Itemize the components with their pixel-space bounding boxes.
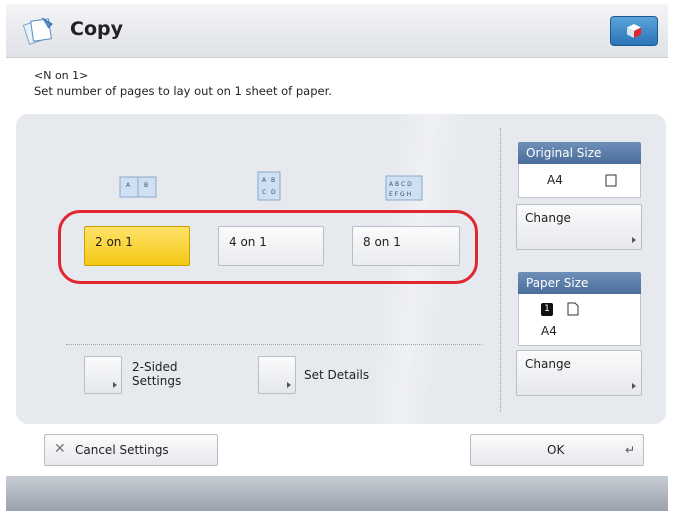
paper-size-header: Paper Size [518,272,641,294]
drawer-number-badge: 1 [541,303,553,316]
function-name: <N on 1> [34,69,89,82]
cancel-settings-label: Cancel Settings [75,443,169,457]
close-icon: ✕ [54,441,66,457]
svg-text:B: B [144,182,148,189]
corner-button[interactable] [610,16,658,46]
set-details-label: Set Details [304,368,370,382]
window-title: Copy [70,18,123,40]
svg-text:C: C [262,189,266,196]
original-size-display: A4 [518,164,641,198]
status-bar [6,476,668,511]
svg-text:A B C D: A B C D [389,181,412,188]
set-details-button[interactable] [258,356,296,394]
two-on-one-preview-icon: A B [119,176,157,198]
svg-text:E F G H: E F G H [389,191,411,198]
two-sided-label-line1: 2-Sided [132,360,178,374]
instruction-text: Set number of pages to lay out on 1 shee… [34,84,332,98]
original-size-header: Original Size [518,142,641,164]
highlight-ring [58,210,478,284]
four-on-one-preview-icon: A B C D [257,171,281,201]
eight-on-one-preview-icon: A B C D E F G H [385,175,423,201]
title-bar: Copy [6,4,668,58]
cube-icon [627,24,641,38]
paper-size-display: 1 A4 [518,294,641,346]
original-size-value: A4 [547,173,563,187]
two-sided-label-line2: Settings [132,374,182,388]
copy-pages-icon [22,14,56,46]
divider [66,344,482,345]
ok-label: OK [547,443,565,457]
svg-text:D: D [271,189,276,196]
two-sided-settings-button[interactable] [84,356,122,394]
two-sided-settings-label: 2-Sided Settings [132,360,181,388]
cancel-settings-button[interactable]: ✕ Cancel Settings [44,434,218,466]
portrait-page-icon [567,302,579,316]
portrait-page-icon [605,174,617,187]
ok-button[interactable]: OK ↵ [470,434,644,466]
enter-return-icon: ↵ [624,443,635,457]
divider [500,128,501,412]
paper-size-value: A4 [541,324,557,338]
svg-text:B: B [271,177,275,184]
original-size-change-button[interactable]: Change [516,204,642,250]
paper-size-change-button[interactable]: Change [516,350,642,396]
